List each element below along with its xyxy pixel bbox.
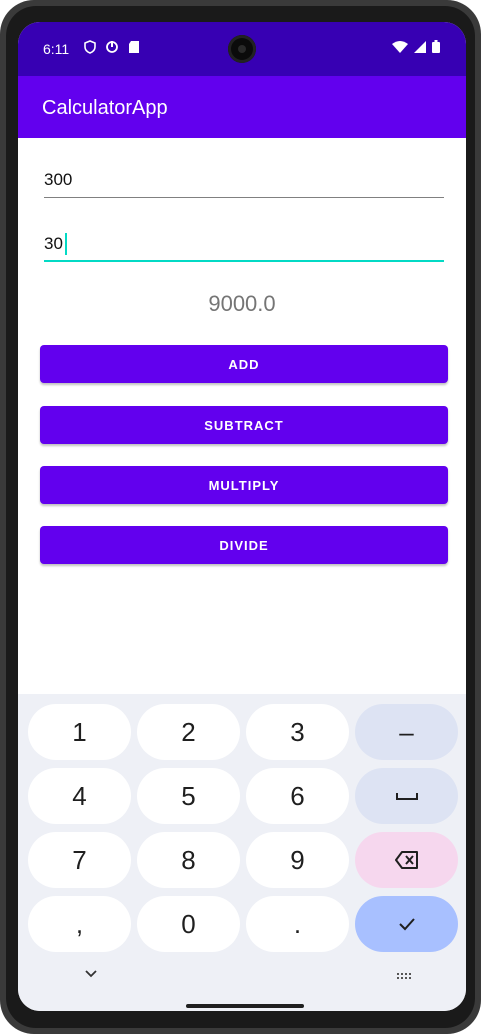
key-period[interactable]: . — [246, 896, 349, 952]
second-number-field[interactable]: 30 — [44, 230, 444, 262]
device-screen: 6:11 CalculatorApp 300 30 9000.0 ADD SUB… — [18, 22, 466, 1011]
check-icon — [398, 918, 415, 931]
status-bar: 6:11 — [18, 22, 466, 76]
key-7[interactable]: 7 — [28, 832, 131, 888]
device-frame: 6:11 CalculatorApp 300 30 9000.0 ADD SUB… — [0, 0, 481, 1034]
keyboard-switch-icon[interactable] — [396, 972, 412, 982]
status-icons-right — [392, 40, 440, 53]
second-number-underline — [44, 260, 444, 262]
text-cursor — [65, 233, 67, 255]
key-8[interactable]: 8 — [137, 832, 240, 888]
key-backspace[interactable] — [355, 832, 458, 888]
hide-keyboard-icon[interactable] — [84, 970, 98, 978]
numeric-keyboard: 1 2 3 – 4 5 6 7 8 9 , 0 . — [18, 694, 466, 1011]
first-number-value: 300 — [44, 170, 73, 189]
result-text: 9000.0 — [208, 291, 276, 316]
key-0[interactable]: 0 — [137, 896, 240, 952]
key-1[interactable]: 1 — [28, 704, 131, 760]
add-button[interactable]: ADD — [40, 345, 448, 383]
divide-button[interactable]: DIVIDE — [40, 526, 448, 564]
key-5[interactable]: 5 — [137, 768, 240, 824]
sd-card-icon — [129, 41, 139, 53]
key-space[interactable] — [355, 768, 458, 824]
app-title: CalculatorApp — [42, 97, 168, 119]
second-number-value: 30 — [44, 234, 63, 253]
backspace-icon — [394, 851, 418, 869]
key-9[interactable]: 9 — [246, 832, 349, 888]
shield-icon — [84, 40, 96, 54]
key-6[interactable]: 6 — [246, 768, 349, 824]
device-bezel: 6:11 CalculatorApp 300 30 9000.0 ADD SUB… — [6, 6, 475, 1028]
key-minus[interactable]: – — [355, 704, 458, 760]
subtract-button[interactable]: SUBTRACT — [40, 406, 448, 444]
key-2[interactable]: 2 — [137, 704, 240, 760]
app-bar: CalculatorApp — [18, 76, 466, 138]
first-number-underline — [44, 197, 444, 198]
key-comma[interactable]: , — [28, 896, 131, 952]
battery-icon — [432, 40, 440, 53]
key-4[interactable]: 4 — [28, 768, 131, 824]
first-number-field[interactable]: 300 — [44, 166, 444, 198]
home-gesture-handle[interactable] — [186, 1004, 304, 1008]
camera-cutout — [228, 35, 256, 63]
wifi-icon — [392, 40, 408, 53]
key-3[interactable]: 3 — [246, 704, 349, 760]
key-enter[interactable] — [355, 896, 458, 952]
status-icons-left — [84, 40, 140, 54]
space-icon — [395, 793, 418, 800]
multiply-button[interactable]: MULTIPLY — [40, 466, 448, 504]
signal-icon — [414, 40, 426, 53]
sync-icon — [106, 41, 118, 53]
status-time: 6:11 — [43, 41, 70, 57]
